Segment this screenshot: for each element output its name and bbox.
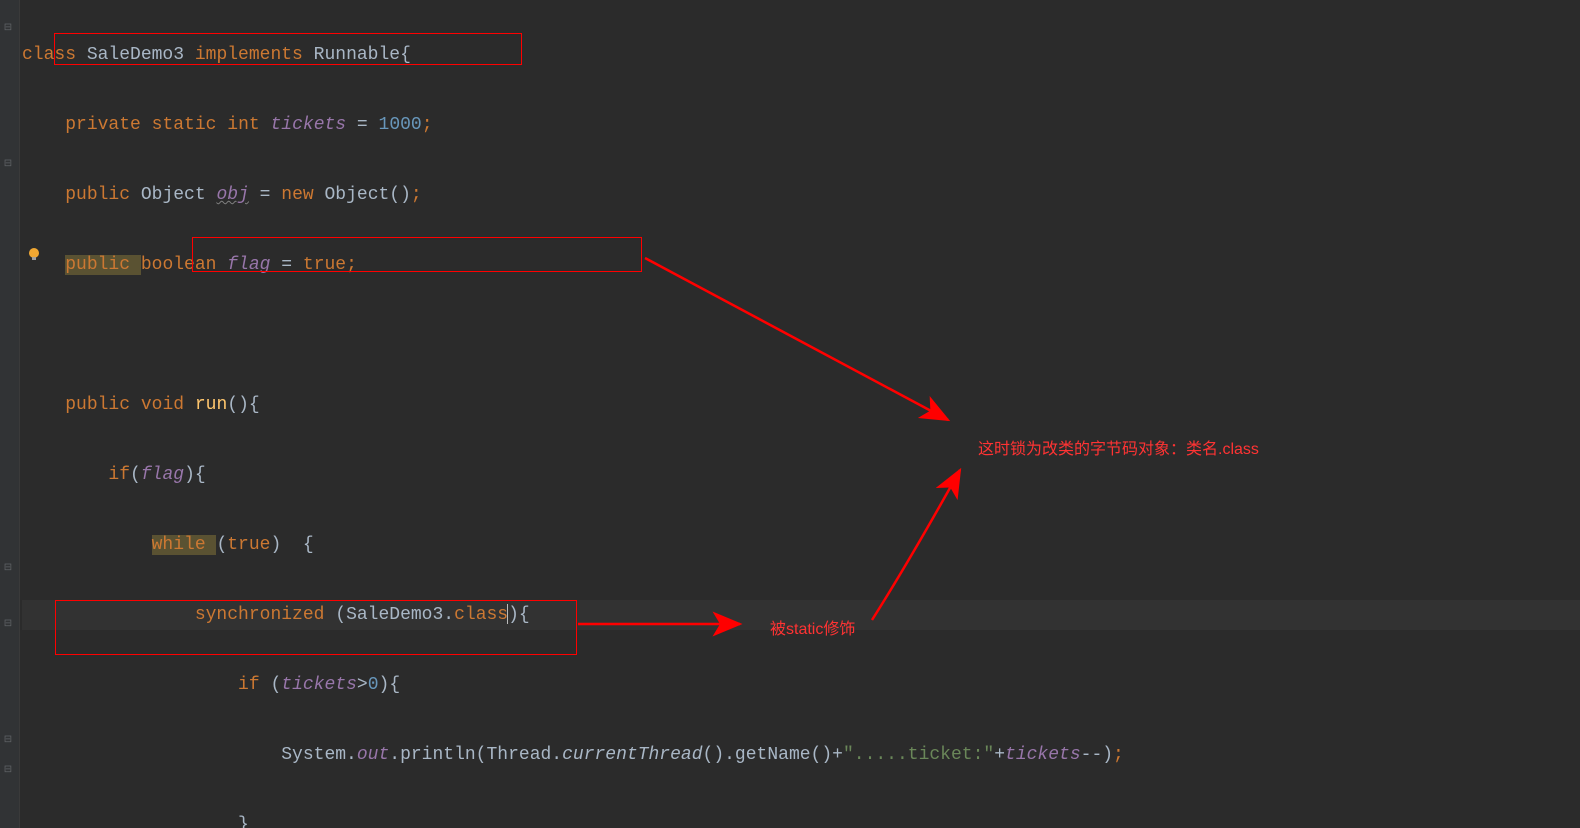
code-area[interactable]: class SaleDemo3 implements Runnable{ pri… xyxy=(22,0,1580,828)
fold-icon[interactable]: ⊟ xyxy=(3,736,13,746)
code-editor[interactable]: ⊟ ⊟ ⊟ ⊟ ⊟ ⊟ class SaleDemo3 implements R… xyxy=(0,0,1580,828)
code-line: public void run(){ xyxy=(22,390,1580,420)
code-line: class SaleDemo3 implements Runnable{ xyxy=(22,40,1580,70)
code-line: private static int tickets = 1000; xyxy=(22,110,1580,140)
code-line: System.out.println(Thread.currentThread(… xyxy=(22,740,1580,770)
fold-icon[interactable]: ⊟ xyxy=(3,160,13,170)
fold-icon[interactable]: ⊟ xyxy=(3,564,13,574)
code-line: public Object obj = new Object(); xyxy=(22,180,1580,210)
code-line: while (true) { xyxy=(22,530,1580,560)
fold-icon[interactable]: ⊟ xyxy=(3,620,13,630)
annotation-text: 这时锁为改类的字节码对象：类名.class xyxy=(978,435,1259,459)
code-line: if (tickets>0){ xyxy=(22,670,1580,700)
fold-icon[interactable]: ⊟ xyxy=(3,24,13,34)
code-line: if(flag){ xyxy=(22,460,1580,490)
gutter: ⊟ ⊟ ⊟ ⊟ ⊟ ⊟ xyxy=(0,0,20,828)
annotation-text: 被static修饰 xyxy=(770,615,855,639)
code-line: } xyxy=(22,810,1580,828)
code-line: public boolean flag = true; xyxy=(22,250,1580,280)
fold-icon[interactable]: ⊟ xyxy=(3,766,13,776)
code-line xyxy=(22,320,1580,350)
